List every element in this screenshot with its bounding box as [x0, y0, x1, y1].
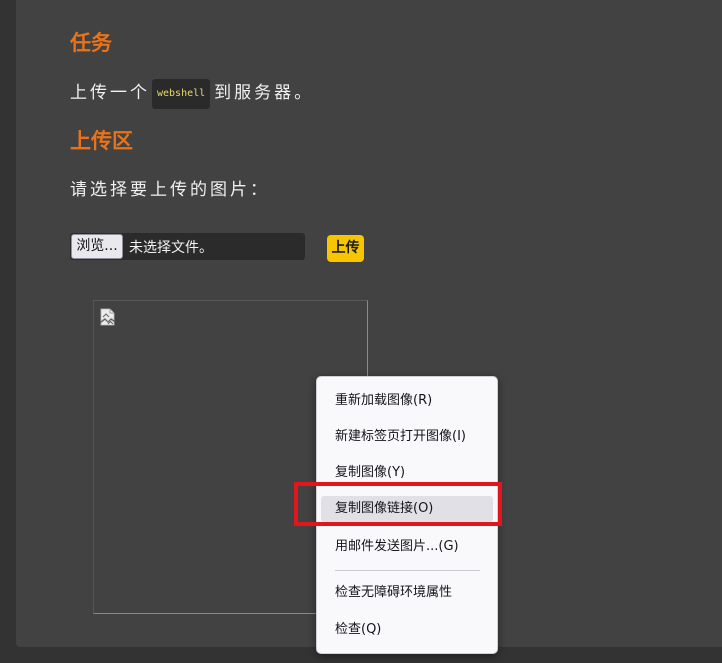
- menu-separator: [335, 570, 480, 571]
- menu-item-email-image[interactable]: 用邮件发送图片...(G): [321, 534, 493, 560]
- task-description: 上传一个 webshell 到服务器。: [70, 79, 314, 109]
- webshell-code: webshell: [152, 79, 211, 109]
- menu-item-reload-image[interactable]: 重新加载图像(R): [321, 388, 493, 414]
- menu-item-open-image-new-tab[interactable]: 新建标签页打开图像(I): [321, 424, 493, 450]
- upload-prompt: 请选择要上传的图片：: [70, 180, 270, 200]
- menu-item-inspect-accessibility[interactable]: 检查无障碍环境属性: [321, 580, 493, 606]
- broken-image-icon: [100, 308, 115, 326]
- upload-button[interactable]: 上传: [327, 235, 364, 262]
- task-text-before: 上传一个: [70, 83, 150, 103]
- menu-item-inspect[interactable]: 检查(Q): [321, 617, 493, 643]
- upload-heading: 上传区: [70, 129, 133, 153]
- file-input[interactable]: 浏览... 未选择文件。: [70, 233, 305, 260]
- browse-button[interactable]: 浏览...: [71, 234, 123, 259]
- task-heading: 任务: [70, 31, 112, 55]
- no-file-label: 未选择文件。: [129, 240, 213, 256]
- highlight-box: [294, 482, 502, 526]
- task-text-after: 到服务器。: [214, 83, 315, 103]
